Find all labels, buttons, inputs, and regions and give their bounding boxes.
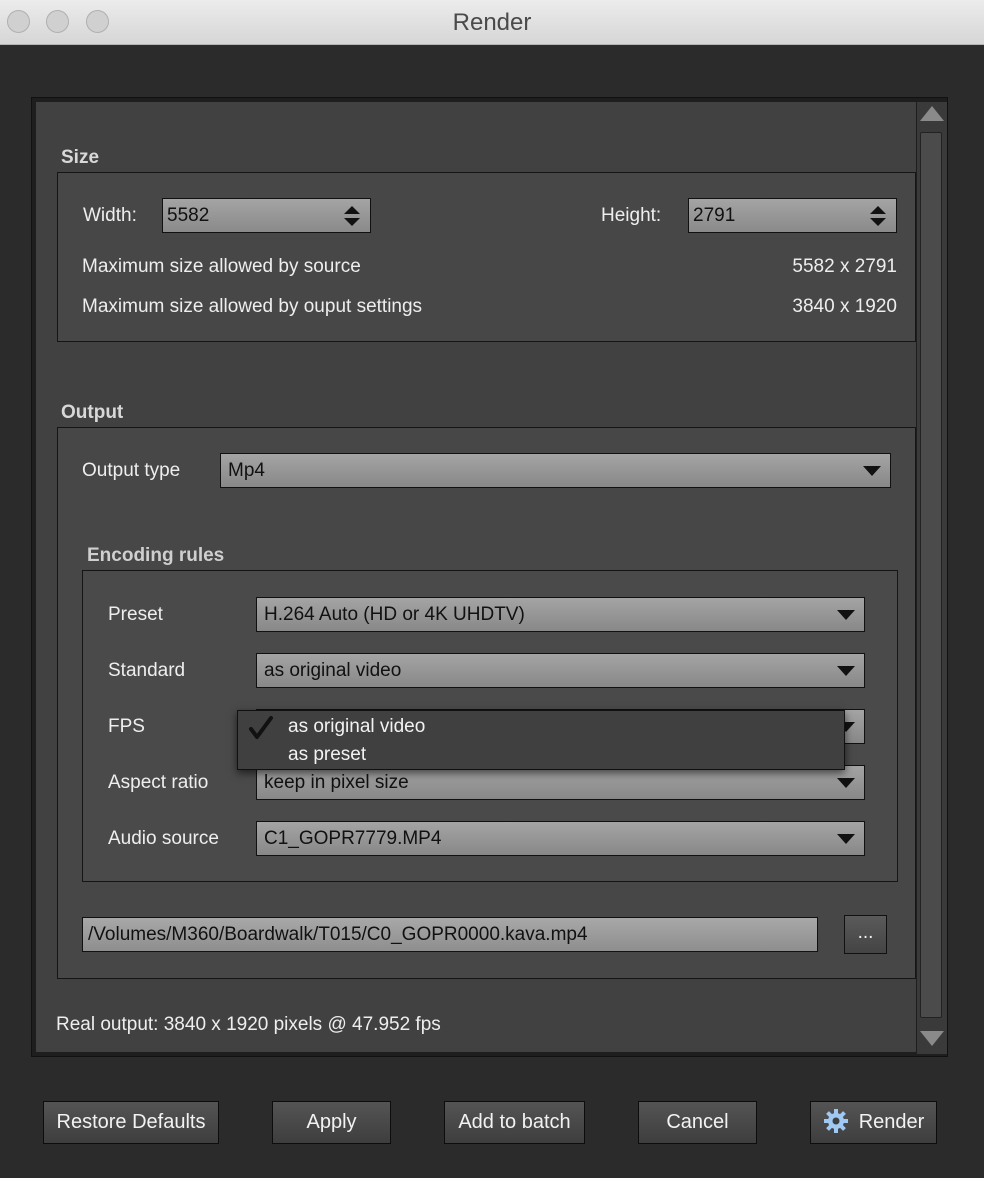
chevron-down-icon — [837, 610, 855, 620]
height-value: 2791 — [693, 205, 736, 226]
size-section-title: Size — [61, 147, 100, 168]
window-title: Render — [452, 9, 532, 36]
width-label: Width: — [83, 205, 137, 226]
gear-icon — [823, 1108, 848, 1133]
height-spinbox[interactable]: 2791 — [688, 198, 897, 233]
render-button[interactable]: Render — [810, 1101, 937, 1144]
chevron-down-icon — [863, 466, 881, 476]
preset-label: Preset — [108, 604, 163, 625]
max-output-label: Maximum size allowed by ouput settings — [82, 296, 423, 317]
standard-label: Standard — [108, 660, 186, 681]
audio-source-select[interactable]: C1_GOPR7779.MP4 — [256, 821, 865, 856]
stepper-arrows-icon[interactable] — [868, 205, 888, 227]
output-path-field[interactable]: /Volumes/M360/Boardwalk/T015/C0_GOPR0000… — [82, 917, 818, 952]
aspect-ratio-label: Aspect ratio — [108, 772, 209, 793]
audio-source-label: Audio source — [108, 828, 219, 849]
output-path-value: /Volumes/M360/Boardwalk/T015/C0_GOPR0000… — [88, 924, 588, 945]
browse-button[interactable]: ... — [844, 915, 887, 954]
width-spinbox[interactable]: 5582 — [162, 198, 371, 233]
add-to-batch-button[interactable]: Add to batch — [444, 1101, 585, 1144]
stepper-arrows-icon[interactable] — [342, 205, 362, 227]
chevron-down-icon — [837, 666, 855, 676]
preset-value: H.264 Auto (HD or 4K UHDTV) — [264, 604, 525, 625]
window-titlebar: Render — [0, 0, 984, 45]
height-label: Height: — [601, 205, 662, 226]
width-value: 5582 — [167, 205, 210, 226]
output-section-title: Output — [61, 402, 124, 423]
max-output-value: 3840 x 1920 — [792, 296, 897, 317]
checkmark-icon — [249, 716, 273, 739]
aspect-ratio-value: keep in pixel size — [264, 772, 409, 793]
output-type-label: Output type — [82, 460, 181, 481]
apply-button[interactable]: Apply — [272, 1101, 391, 1144]
scrollbar-thumb[interactable] — [920, 132, 942, 1018]
chevron-down-icon — [837, 834, 855, 844]
fps-label: FPS — [108, 716, 145, 737]
audio-source-value: C1_GOPR7779.MP4 — [264, 828, 442, 849]
fps-option-preset[interactable]: as preset — [288, 744, 366, 766]
scroll-up-arrow-icon[interactable] — [917, 102, 947, 124]
fps-dropdown-menu: as original video as preset — [237, 710, 845, 770]
encoding-rules-title: Encoding rules — [87, 545, 225, 566]
fps-option-original[interactable]: as original video — [288, 716, 425, 738]
vertical-scrollbar[interactable] — [917, 102, 947, 1054]
scroll-down-arrow-icon[interactable] — [917, 1028, 947, 1050]
cancel-button[interactable]: Cancel — [638, 1101, 757, 1144]
real-output-text: Real output: 3840 x 1920 pixels @ 47.952… — [56, 1014, 441, 1035]
chevron-down-icon — [837, 778, 855, 788]
aspect-ratio-select[interactable]: keep in pixel size — [256, 765, 865, 800]
restore-defaults-button[interactable]: Restore Defaults — [43, 1101, 219, 1144]
output-type-value: Mp4 — [228, 460, 265, 481]
max-source-value: 5582 x 2791 — [792, 256, 897, 277]
output-type-select[interactable]: Mp4 — [220, 453, 891, 488]
standard-value: as original video — [264, 660, 402, 681]
standard-select[interactable]: as original video — [256, 653, 865, 688]
preset-select[interactable]: H.264 Auto (HD or 4K UHDTV) — [256, 597, 865, 632]
render-button-label: Render — [858, 1111, 925, 1133]
max-source-label: Maximum size allowed by source — [82, 256, 361, 277]
